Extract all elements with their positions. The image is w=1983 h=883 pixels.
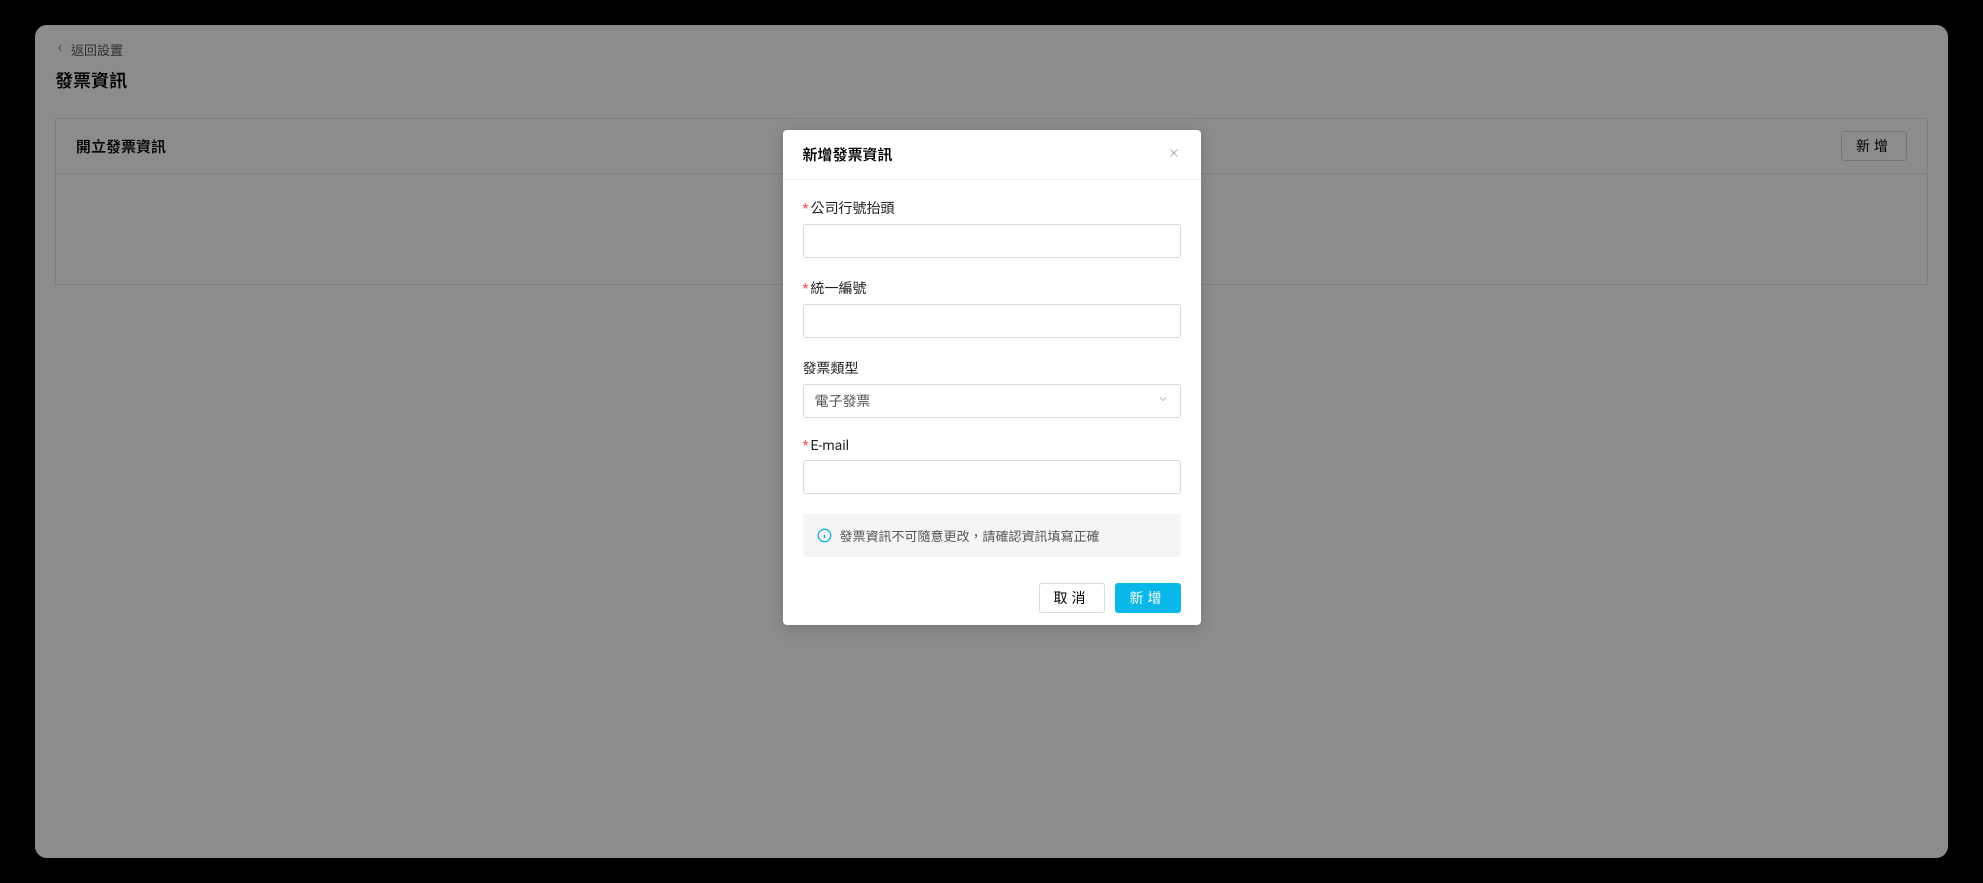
company-name-input[interactable] [803,224,1181,258]
modal-footer: 取消 新增 [783,571,1201,625]
company-name-label-text: 公司行號抬頭 [811,201,895,217]
modal-body: *公司行號抬頭 *統一編號 發票類型 電子發票 [783,180,1201,571]
email-input[interactable] [803,460,1181,494]
cancel-button[interactable]: 取消 [1039,583,1105,613]
chevron-down-icon [1157,393,1169,409]
company-name-label: *公司行號抬頭 [803,198,1181,218]
close-icon [1167,145,1181,164]
invoice-type-group: 發票類型 電子發票 [803,358,1181,418]
email-label-text: E-mail [811,438,850,454]
tax-id-input[interactable] [803,304,1181,338]
info-alert: 發票資訊不可隨意更改，請確認資訊填寫正確 [803,514,1181,557]
info-alert-text: 發票資訊不可隨意更改，請確認資訊填寫正確 [840,526,1100,545]
info-icon [817,528,832,543]
app-window: 返回設置 發票資訊 開立發票資訊 新增 新增發票資訊 *公司行號抬頭 [35,25,1948,858]
modal-overlay[interactable]: 新增發票資訊 *公司行號抬頭 *統一編號 發票類型 [35,25,1948,858]
email-label: *E-mail [803,438,1181,454]
invoice-type-label: 發票類型 [803,358,1181,378]
tax-id-label: *統一編號 [803,278,1181,298]
invoice-type-select[interactable]: 電子發票 [803,384,1181,418]
email-group: *E-mail [803,438,1181,494]
company-name-group: *公司行號抬頭 [803,198,1181,258]
close-button[interactable] [1167,145,1181,164]
submit-button[interactable]: 新增 [1115,583,1181,613]
tax-id-label-text: 統一編號 [811,281,867,297]
modal-title: 新增發票資訊 [803,144,893,165]
required-mark: * [803,281,809,297]
modal-header: 新增發票資訊 [783,130,1201,180]
invoice-type-selected: 電子發票 [815,391,871,411]
tax-id-group: *統一編號 [803,278,1181,338]
required-mark: * [803,201,809,217]
add-invoice-modal: 新增發票資訊 *公司行號抬頭 *統一編號 發票類型 [783,130,1201,625]
required-mark: * [803,438,809,454]
